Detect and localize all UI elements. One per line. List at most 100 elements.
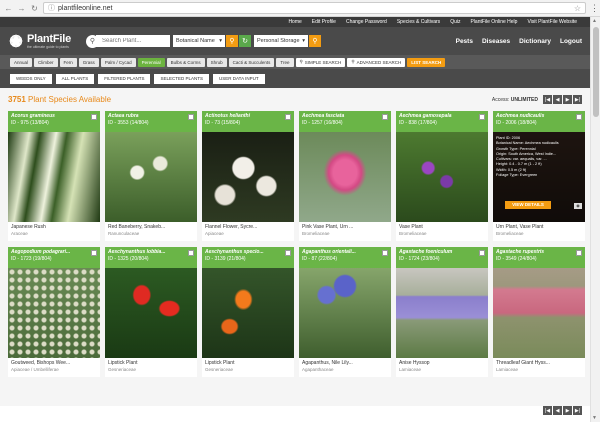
logo[interactable]: ✿ PlantFile the ultimate guide to plants (8, 33, 86, 49)
plant-photo[interactable] (202, 132, 294, 222)
plant-photo[interactable] (202, 268, 294, 358)
plant-card[interactable]: Agastache foeniculum ID - 1724 (23/804) An… (396, 247, 488, 377)
next-page-icon[interactable]: ▶ (563, 95, 572, 104)
plant-card[interactable]: Aeschynanthus lobbia... ID - 1325 (20/804… (105, 247, 197, 377)
select-checkbox[interactable] (576, 250, 582, 256)
view-selected-plants[interactable]: SELECTED PLANTS (154, 73, 209, 84)
view-filtered-plants[interactable]: FILTERED PLANTS (98, 73, 151, 84)
header: ✿ PlantFile the ultimate guide to plants … (0, 27, 590, 55)
species-name: Acorus gramineus (11, 113, 55, 119)
plant-card[interactable]: Aechmea gamosepala ID - 838 (17/804) Vase … (396, 111, 488, 241)
card-footer: Lipstick Plant Gesneriaceae (105, 358, 197, 374)
reload-icon[interactable]: ↻ (30, 4, 39, 13)
link-species[interactable]: Species & Cultivars (392, 19, 445, 25)
star-icon[interactable]: ☆ (574, 4, 581, 13)
next-page-icon[interactable]: ▶ (563, 406, 572, 415)
plant-card[interactable]: Agastache rupestris ID - 3549 (24/804) Thr… (493, 247, 585, 377)
select-checkbox[interactable] (91, 250, 97, 256)
search-button[interactable]: ⚲ (226, 35, 238, 47)
link-quiz[interactable]: Quiz (445, 19, 465, 25)
last-page-icon[interactable]: ▶| (573, 95, 582, 104)
link-website[interactable]: Visit PlantFile Website (522, 19, 582, 25)
plant-card[interactable]: Acorus gramineus ID - 975 (13/804) Japanes… (8, 111, 100, 241)
plant-id: ID - 838 (17/804) (399, 120, 437, 126)
filter-cacti[interactable]: Cacti & Succulents (228, 57, 275, 67)
simple-search-button[interactable]: ⚲ SIMPLE SEARCH (295, 57, 346, 67)
back-icon[interactable]: ← (4, 4, 13, 13)
card-header: Aechmea gamosepala ID - 838 (17/804) (396, 111, 488, 132)
list-search-button[interactable]: LIST SEARCH (407, 57, 446, 67)
card-header: Aeschynanthus lobbia... ID - 1325 (20/804… (105, 247, 197, 268)
plant-photo[interactable] (105, 132, 197, 222)
link-edit-profile[interactable]: Edit Profile (307, 19, 341, 25)
filter-tree[interactable]: Tree (276, 57, 294, 67)
select-checkbox[interactable] (382, 250, 388, 256)
prev-page-icon[interactable]: ◀ (553, 95, 562, 104)
view-all-plants[interactable]: ALL PLANTS (55, 73, 95, 84)
select-checkbox[interactable] (382, 114, 388, 120)
view-details-button[interactable]: VIEW DETAILS (505, 201, 551, 209)
plant-photo[interactable] (299, 132, 391, 222)
select-checkbox[interactable] (285, 250, 291, 256)
link-change-password[interactable]: Change Password (341, 19, 392, 25)
species-name: Agapanthus orientali... (302, 249, 356, 255)
first-page-icon[interactable]: |◀ (543, 406, 552, 415)
menu-icon[interactable]: ⋮ (590, 3, 599, 14)
prev-page-icon[interactable]: ◀ (553, 406, 562, 415)
nav-dictionary[interactable]: Dictionary (519, 38, 551, 45)
filter-perennial[interactable]: Perennial (137, 57, 165, 67)
plant-photo[interactable] (8, 132, 100, 222)
plant-card[interactable]: Aechmea nudicaulis ID - 2006 (18/804) Plan… (493, 111, 585, 241)
filter-shrub[interactable]: Shrub (206, 57, 227, 67)
select-checkbox[interactable] (91, 114, 97, 120)
select-checkbox[interactable] (479, 114, 485, 120)
camera-icon[interactable]: ◉ (574, 203, 582, 209)
filter-grass[interactable]: Grass (78, 57, 99, 67)
plant-card[interactable]: Actinotus helianthi ID - 73 (15/804) Flann… (202, 111, 294, 241)
address-bar[interactable]: ⓘ plantfileonline.net ☆ (43, 2, 586, 14)
scroll-down-icon[interactable]: ▼ (592, 415, 597, 421)
link-help[interactable]: PlantFile Online Help (465, 19, 522, 25)
advanced-search-button[interactable]: ⚲ ADVANCED SEARCH (347, 57, 406, 67)
select-checkbox[interactable] (285, 114, 291, 120)
plant-card[interactable]: Aeschynanthus specio... ID - 3139 (21/804… (202, 247, 294, 377)
filter-palm[interactable]: Palm / Cycad (100, 57, 136, 67)
plant-photo[interactable]: Plant ID: 2006 Botanical Name: Aechmea nu… (493, 132, 585, 222)
scrollbar[interactable]: ▲ ▼ (590, 17, 600, 422)
storage-search-button[interactable]: ⚲ (309, 35, 321, 47)
plant-card[interactable]: Actaea rubra ID - 3553 (14/804) Red Banebe… (105, 111, 197, 241)
search-type-select[interactable]: Botanical Name ▾ (173, 35, 225, 47)
last-page-icon[interactable]: ▶| (573, 406, 582, 415)
first-page-icon[interactable]: |◀ (543, 95, 552, 104)
plant-card[interactable]: Agapanthus orientali... ID - 87 (22/804) A… (299, 247, 391, 377)
select-checkbox[interactable] (188, 250, 194, 256)
forward-icon[interactable]: → (17, 4, 26, 13)
select-checkbox[interactable] (188, 114, 194, 120)
filter-annual[interactable]: Annual (10, 57, 33, 67)
select-checkbox[interactable] (479, 250, 485, 256)
search-input[interactable] (96, 35, 170, 47)
nav-logout[interactable]: Logout (560, 38, 582, 45)
nav-pests[interactable]: Pests (456, 38, 473, 45)
view-user-data-input[interactable]: USER DATA INPUT (212, 73, 265, 84)
refresh-button[interactable]: ↻ (239, 35, 251, 47)
plant-card[interactable]: Aechmea fasciata ID - 1257 (16/804) Pink V… (299, 111, 391, 241)
plant-photo[interactable] (493, 268, 585, 358)
common-name: Vase Plant (399, 224, 423, 230)
plant-photo[interactable] (105, 268, 197, 358)
filter-fern[interactable]: Fern (59, 57, 77, 67)
plant-card[interactable]: Aegopodium podagrari... ID - 1723 (19/804… (8, 247, 100, 377)
select-checkbox[interactable] (576, 114, 582, 120)
nav-diseases[interactable]: Diseases (482, 38, 510, 45)
plant-photo[interactable] (396, 268, 488, 358)
scroll-up-icon[interactable]: ▲ (592, 18, 597, 24)
plant-photo[interactable] (396, 132, 488, 222)
filter-bulbs[interactable]: Bulbs & Corms (166, 57, 205, 67)
link-home[interactable]: Home (283, 19, 306, 25)
view-weeds-only[interactable]: WEEDS ONLY (10, 73, 52, 84)
plant-photo[interactable] (8, 268, 100, 358)
filter-climber[interactable]: Climber (34, 57, 58, 67)
plant-photo[interactable] (299, 268, 391, 358)
scroll-thumb[interactable] (593, 27, 599, 117)
storage-select[interactable]: Personal Storage ▾ (254, 35, 308, 47)
